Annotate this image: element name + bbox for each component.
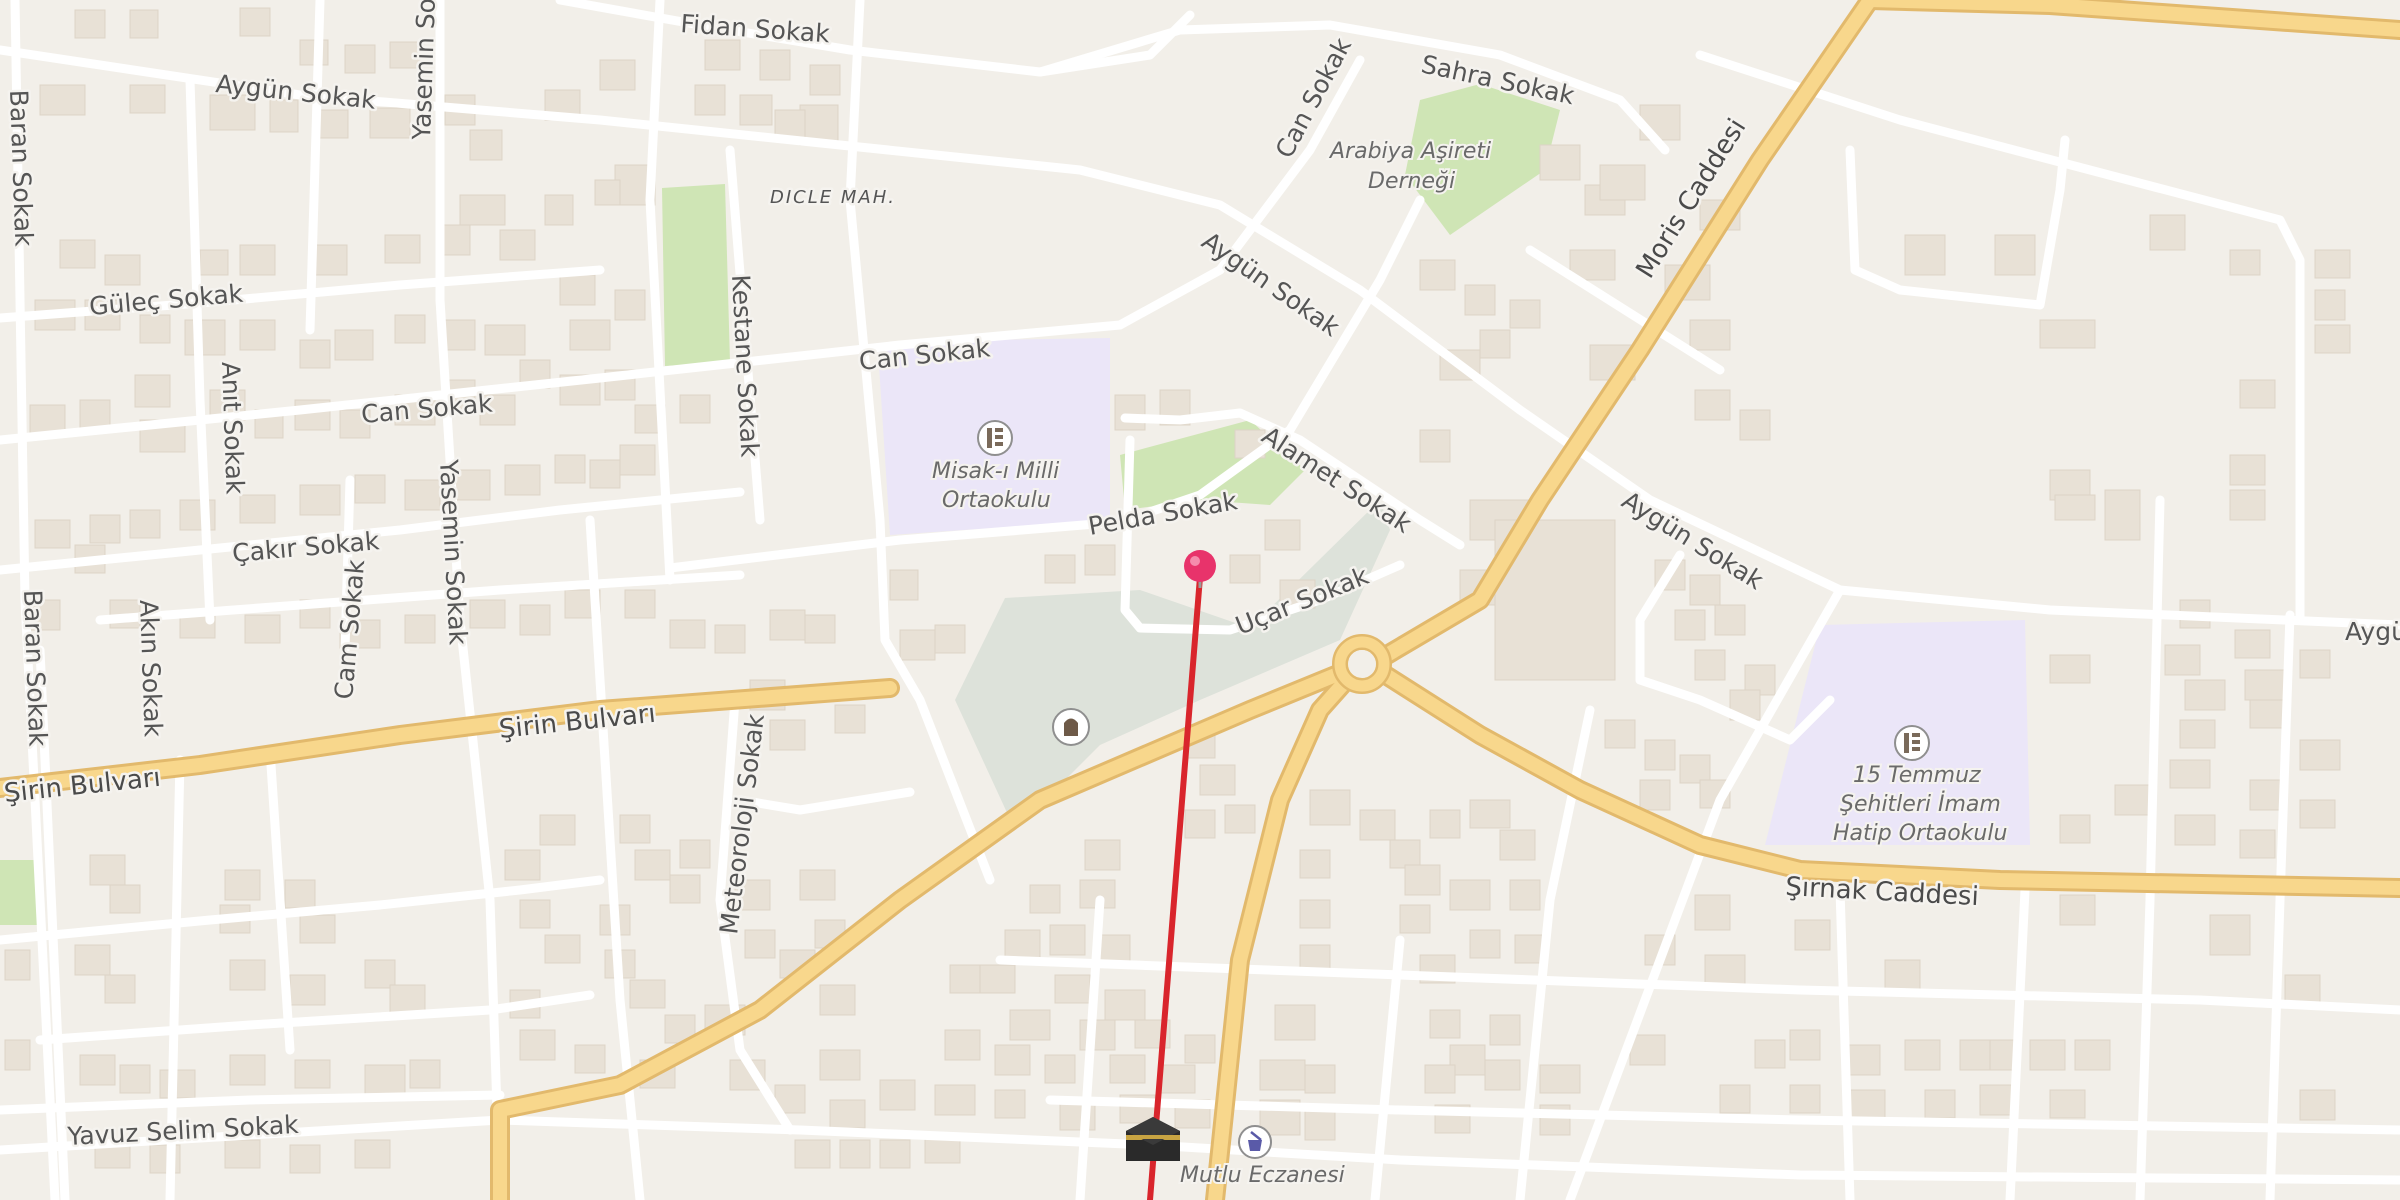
street-label-akin: Akın Sokak [134,599,168,738]
street-label-anit: Anıt Sokak [216,361,250,495]
street-label-baran-1: Baran Sokak [4,89,38,247]
school-icon[interactable] [1894,725,1930,761]
poi-label-temmuz-1: 15 Temmuz [1853,763,1981,788]
area-label: DICLE MAH. [770,187,896,208]
pharmacy-icon[interactable] [1238,1125,1272,1159]
poi-label-arabiya-2: Derneği [1368,169,1455,194]
poi-label-temmuz-2: Şehitleri İmam [1840,791,2001,817]
street-label-yasemin-1: Yasemin Sok [407,0,441,141]
poi-label-temmuz-3: Hatip Ortaokulu [1833,821,2007,846]
poi-label-misak-2: Ortaokulu [942,488,1051,513]
poi-label-misak-1: Misak-ı Milli [932,459,1059,484]
poi-label-eczane: Mutlu Eczanesi [1180,1163,1345,1188]
street-label-aygun-4: Aygü [2345,617,2400,646]
park-area [662,184,730,366]
school-icon[interactable] [977,420,1013,456]
poi-label-arabiya-1: Arabiya Aşireti [1328,139,1491,164]
cemetery-icon[interactable] [1052,708,1090,746]
map-canvas[interactable]: DICLE MAH. Fidan Sokak Sahra Sokak Aygün… [0,0,2400,1200]
street-label-baran-2: Baran Sokak [18,589,52,747]
